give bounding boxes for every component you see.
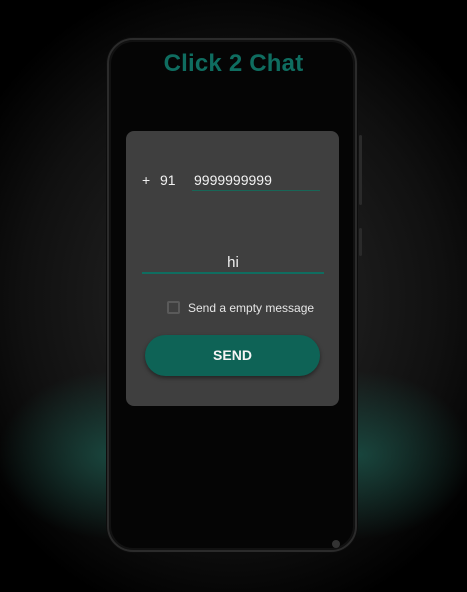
send-button[interactable]: SEND — [145, 335, 320, 376]
phone-power-button — [359, 228, 362, 256]
phone-number-underline — [192, 190, 320, 191]
empty-message-label: Send a empty message — [188, 301, 315, 315]
phone-sensor-dot — [332, 540, 340, 548]
screenshot-stage: Click 2 Chat + 91 9999999999 hi Send a e… — [0, 0, 467, 592]
message-underline — [142, 272, 324, 274]
app-title: Click 2 Chat — [163, 50, 304, 77]
phone-volume-button — [359, 135, 362, 205]
phone-number-row: + 91 9999999999 — [142, 172, 322, 192]
message-field[interactable]: hi — [142, 254, 324, 274]
plus-sign: + — [142, 172, 151, 188]
phone-number-field[interactable]: 9999999999 — [194, 172, 272, 188]
country-code-field[interactable]: 91 — [160, 172, 176, 188]
empty-message-checkbox[interactable] — [167, 301, 180, 314]
